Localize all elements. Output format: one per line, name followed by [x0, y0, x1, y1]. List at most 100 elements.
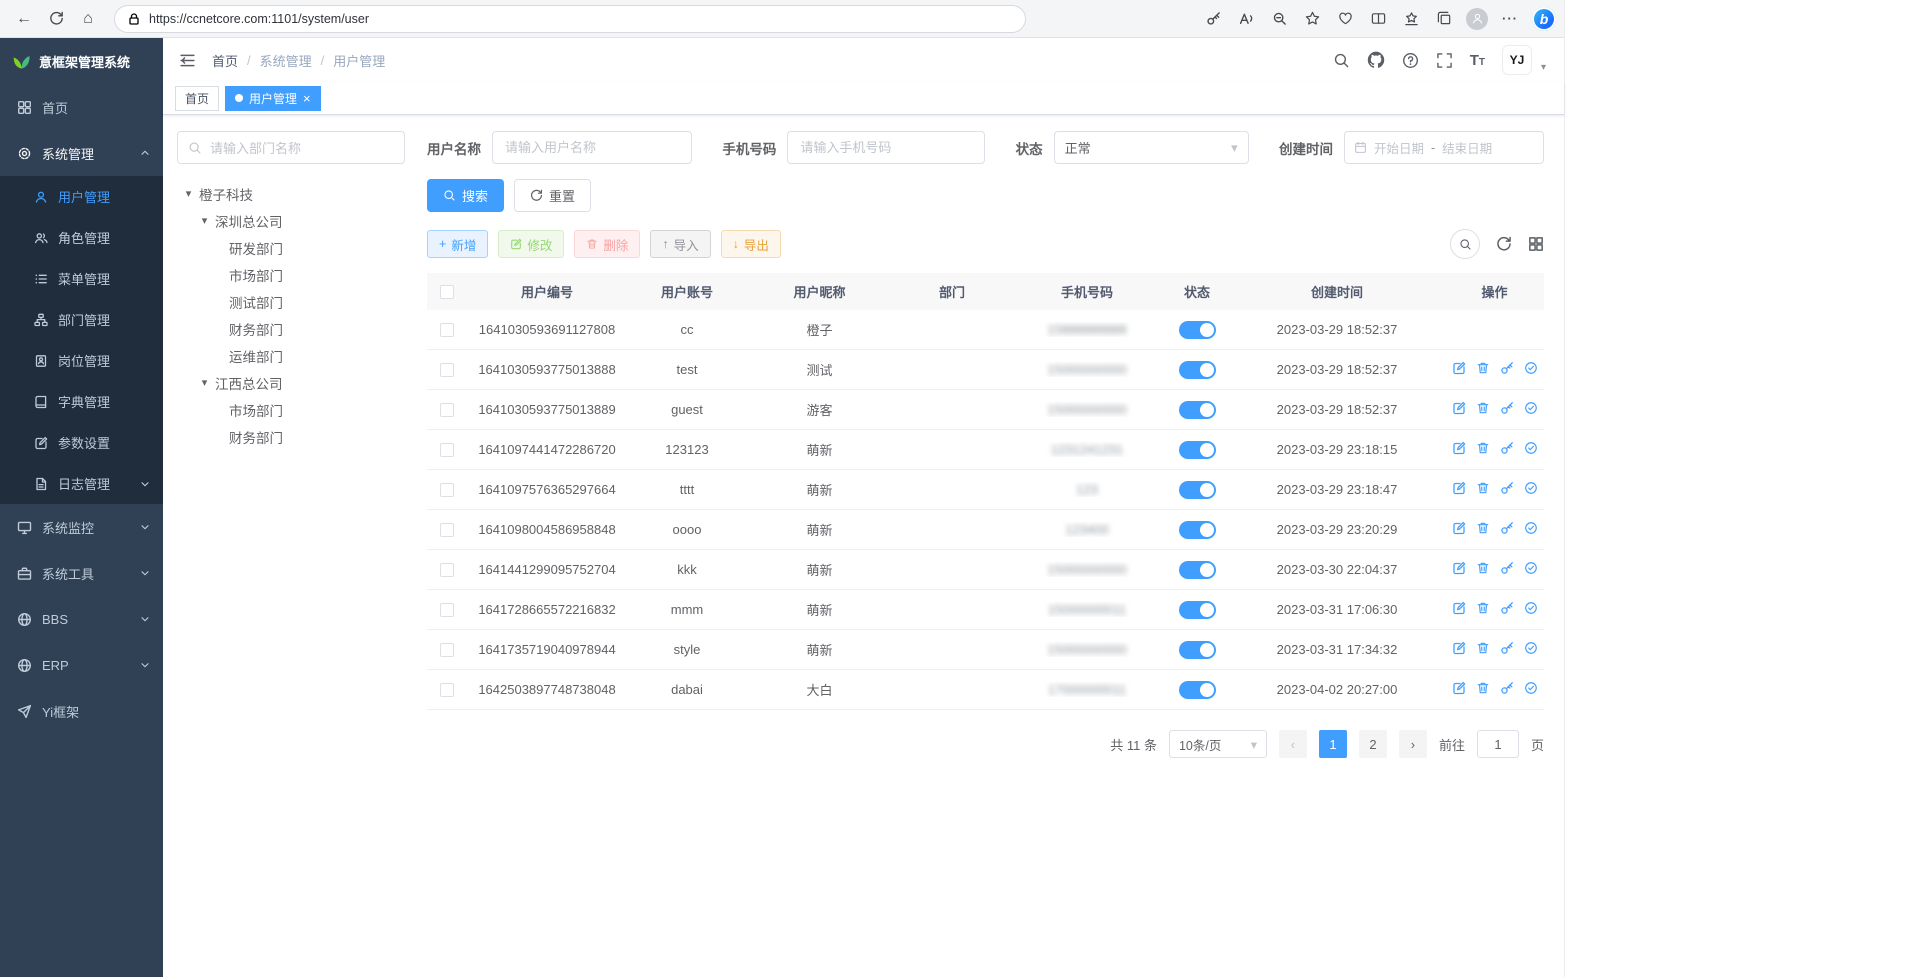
- back-button[interactable]: ←: [8, 4, 40, 34]
- edit-icon[interactable]: [1452, 481, 1466, 495]
- edit-icon[interactable]: [1452, 401, 1466, 415]
- status-toggle[interactable]: [1179, 641, 1216, 659]
- sidebar-item-dict-management[interactable]: 字典管理: [0, 381, 163, 422]
- status-toggle[interactable]: [1179, 681, 1216, 699]
- font-size-icon[interactable]: TT: [1470, 53, 1485, 68]
- assign-role-icon[interactable]: [1524, 401, 1538, 415]
- assign-role-icon[interactable]: [1524, 481, 1538, 495]
- table-row[interactable]: 1641030593775013888 test 测试 15000000000 …: [427, 350, 1544, 390]
- caret-down-icon[interactable]: ▾: [199, 376, 210, 389]
- row-checkbox[interactable]: [440, 403, 454, 417]
- sidebar-item-role-management[interactable]: 角色管理: [0, 217, 163, 258]
- tree-node-dept[interactable]: 测试部门: [177, 288, 405, 315]
- tree-node-dept[interactable]: 市场部门: [177, 396, 405, 423]
- edit-icon[interactable]: [1452, 561, 1466, 575]
- browser-menu-icon[interactable]: ···: [1495, 4, 1525, 34]
- delete-icon[interactable]: [1476, 441, 1490, 455]
- sidebar-item-log-management[interactable]: 日志管理: [0, 463, 163, 504]
- reset-password-icon[interactable]: [1500, 441, 1514, 455]
- row-checkbox[interactable]: [440, 683, 454, 697]
- next-page-button[interactable]: ›: [1399, 730, 1427, 758]
- header-search-icon[interactable]: [1333, 52, 1350, 69]
- collections-icon[interactable]: [1429, 4, 1459, 34]
- hide-search-button[interactable]: [1450, 229, 1480, 259]
- assign-role-icon[interactable]: [1524, 641, 1538, 655]
- sidebar-item-home[interactable]: 首页: [0, 84, 163, 130]
- phone-input[interactable]: [787, 131, 985, 164]
- delete-button[interactable]: 删除: [574, 230, 640, 258]
- help-icon[interactable]: [1402, 52, 1419, 69]
- import-button[interactable]: ↑ 导入: [650, 230, 710, 258]
- sidebar-item-system-tools[interactable]: 系统工具: [0, 550, 163, 596]
- row-checkbox[interactable]: [440, 483, 454, 497]
- row-checkbox[interactable]: [440, 563, 454, 577]
- split-screen-icon[interactable]: [1363, 4, 1393, 34]
- reset-password-icon[interactable]: [1500, 561, 1514, 575]
- row-checkbox[interactable]: [440, 523, 454, 537]
- delete-icon[interactable]: [1476, 681, 1490, 695]
- reset-password-icon[interactable]: [1500, 481, 1514, 495]
- row-checkbox[interactable]: [440, 603, 454, 617]
- tree-node-dept[interactable]: 财务部门: [177, 315, 405, 342]
- browser-essentials-icon[interactable]: [1330, 4, 1360, 34]
- status-select[interactable]: 正常 ▾: [1054, 131, 1249, 164]
- tree-node-dept[interactable]: 财务部门: [177, 423, 405, 450]
- export-button[interactable]: ↓ 导出: [721, 230, 781, 258]
- row-checkbox[interactable]: [440, 363, 454, 377]
- edit-icon[interactable]: [1452, 521, 1466, 535]
- tag-close-icon[interactable]: ×: [303, 92, 311, 105]
- date-range-picker[interactable]: 开始日期 - 结束日期: [1344, 131, 1544, 164]
- dept-search-box[interactable]: 请输入部门名称: [177, 131, 405, 164]
- tree-node-branch[interactable]: ▾ 深圳总公司: [177, 207, 405, 234]
- table-row[interactable]: 1641735719040978944 style 萌新 15000000000…: [427, 630, 1544, 670]
- breadcrumb-home[interactable]: 首页: [212, 51, 238, 70]
- reset-password-icon[interactable]: [1500, 641, 1514, 655]
- assign-role-icon[interactable]: [1524, 681, 1538, 695]
- add-favorite-icon[interactable]: [1297, 4, 1327, 34]
- table-row[interactable]: 1641097441472286720 123123 萌新 1231241231…: [427, 430, 1544, 470]
- sidebar-item-system-management[interactable]: 系统管理: [0, 130, 163, 176]
- refresh-table-icon[interactable]: [1496, 236, 1512, 252]
- sidebar-item-dept-management[interactable]: 部门管理: [0, 299, 163, 340]
- table-row[interactable]: 1641728665572216832 mmm 萌新 15000000011 2…: [427, 590, 1544, 630]
- delete-icon[interactable]: [1476, 601, 1490, 615]
- sidebar-item-system-monitor[interactable]: 系统监控: [0, 504, 163, 550]
- edit-icon[interactable]: [1452, 681, 1466, 695]
- avatar-caret-icon[interactable]: ▾: [1541, 62, 1546, 75]
- sidebar-item-yi-framework[interactable]: Yi框架: [0, 688, 163, 734]
- table-row[interactable]: 1641097576365297664 tttt 萌新 123 2023-03-…: [427, 470, 1544, 510]
- table-row[interactable]: 1641441299095752704 kkk 萌新 15000000000 2…: [427, 550, 1544, 590]
- copilot-icon[interactable]: b: [1532, 7, 1556, 31]
- edit-icon[interactable]: [1452, 641, 1466, 655]
- edit-icon[interactable]: [1452, 601, 1466, 615]
- reset-password-icon[interactable]: [1500, 681, 1514, 695]
- table-row[interactable]: 1641030593775013889 guest 游客 15000000000…: [427, 390, 1544, 430]
- goto-page-input[interactable]: [1477, 730, 1519, 758]
- delete-icon[interactable]: [1476, 521, 1490, 535]
- page-1-button[interactable]: 1: [1319, 730, 1347, 758]
- tag-user-management[interactable]: 用户管理 ×: [225, 86, 321, 111]
- username-input[interactable]: [492, 131, 692, 164]
- github-icon[interactable]: [1367, 51, 1385, 69]
- page-2-button[interactable]: 2: [1359, 730, 1387, 758]
- status-toggle[interactable]: [1179, 321, 1216, 339]
- tag-home[interactable]: 首页: [175, 86, 219, 111]
- delete-icon[interactable]: [1476, 561, 1490, 575]
- address-bar[interactable]: https://ccnetcore.com:1101/system/user: [114, 5, 1026, 33]
- status-toggle[interactable]: [1179, 481, 1216, 499]
- status-toggle[interactable]: [1179, 401, 1216, 419]
- add-button[interactable]: + 新增: [427, 230, 488, 258]
- sidebar-item-bbs[interactable]: BBS: [0, 596, 163, 642]
- status-toggle[interactable]: [1179, 361, 1216, 379]
- status-toggle[interactable]: [1179, 521, 1216, 539]
- favorites-icon[interactable]: [1396, 4, 1426, 34]
- status-toggle[interactable]: [1179, 441, 1216, 459]
- search-button[interactable]: 搜索: [427, 179, 504, 212]
- sidebar-toggle[interactable]: [179, 52, 196, 69]
- sidebar-item-menu-management[interactable]: 菜单管理: [0, 258, 163, 299]
- caret-down-icon[interactable]: ▾: [199, 214, 210, 227]
- reset-password-icon[interactable]: [1500, 601, 1514, 615]
- tree-node-dept[interactable]: 运维部门: [177, 342, 405, 369]
- read-aloud-icon[interactable]: [1231, 4, 1261, 34]
- assign-role-icon[interactable]: [1524, 441, 1538, 455]
